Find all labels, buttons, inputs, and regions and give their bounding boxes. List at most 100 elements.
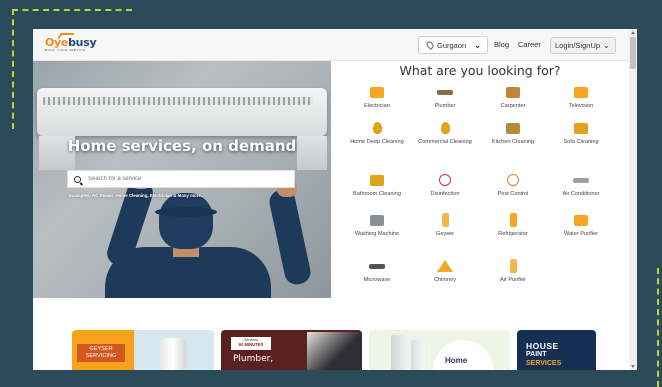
home-text: Home <box>445 356 468 365</box>
scroll-down-icon[interactable] <box>631 365 635 368</box>
search-examples: Examples: AC Repair, Home Cleaning, Elec… <box>69 193 205 198</box>
service-label: Air Conditioner <box>562 191 600 197</box>
refrigerator-icon <box>504 213 522 227</box>
service-sofa-cleaning[interactable]: Sofa Cleaning <box>544 121 618 146</box>
plumber-image <box>307 332 362 370</box>
promo-banner-plumber[interactable]: Services 60 MINUTES Plumber, <box>221 330 362 370</box>
service-label: Plumber <box>434 103 456 109</box>
scroll-thumb[interactable] <box>630 37 636 69</box>
bathroom-icon <box>368 173 386 187</box>
pest-control-icon <box>504 173 522 187</box>
paint-line3: SERVICES <box>526 360 562 367</box>
service-disinfection[interactable]: Disinfection <box>408 173 482 198</box>
service-washing-machine[interactable]: Washing Machine <box>340 213 414 238</box>
appliance-image-2 <box>411 340 425 370</box>
chevron-down-icon: ⌄ <box>603 41 610 50</box>
service-electrician[interactable]: Electrician <box>340 85 414 110</box>
nav-link-career[interactable]: Career <box>518 40 541 49</box>
geyser-tag: GEYSER SERVICING <box>77 344 125 362</box>
search-icon <box>74 175 81 183</box>
service-refrigerator[interactable]: Refrigerator <box>476 213 550 238</box>
service-commercial-cleaning[interactable]: Commercial Cleaning <box>408 121 482 146</box>
service-chimney[interactable]: Chimney <box>408 259 482 284</box>
search-input[interactable] <box>88 176 278 182</box>
promo-strip: GEYSER SERVICING Services 60 MINUTES Plumb… <box>33 298 629 370</box>
carpenter-tools-icon <box>504 85 522 99</box>
air-conditioner-icon <box>572 173 590 187</box>
service-geyser[interactable]: Geyser <box>408 213 482 238</box>
service-pest-control[interactable]: Pest Control <box>476 173 550 198</box>
television-icon <box>572 85 590 99</box>
service-label: Water Purifier <box>564 231 598 237</box>
nav-link-blog[interactable]: Blog <box>494 40 509 49</box>
chevron-down-icon: ⌄ <box>474 40 481 50</box>
service-label: Bathroom Cleaning <box>353 191 401 197</box>
service-bathroom-cleaning[interactable]: Bathroom Cleaning <box>340 173 414 198</box>
decorative-dash-top <box>12 9 132 11</box>
banner-shape <box>433 340 493 370</box>
login-signup-button[interactable]: Login/SignUp ⌄ <box>550 37 616 54</box>
scroll-up-icon[interactable] <box>631 31 635 34</box>
technician-cap <box>155 207 217 217</box>
paint-line1: HOUSE <box>526 341 559 351</box>
service-label: Carpenter <box>500 103 526 109</box>
plumber-wrench-icon <box>436 85 454 99</box>
sofa-icon <box>572 121 590 135</box>
service-label: Geyser <box>435 231 455 237</box>
decorative-dash-right <box>657 268 659 387</box>
location-select[interactable]: Gurgaon ⌄ <box>418 36 488 54</box>
decorative-dash-left <box>12 9 14 129</box>
electrician-drill-icon <box>368 85 386 99</box>
geyser-icon <box>436 213 454 227</box>
service-microwave[interactable]: Microwave <box>340 259 414 284</box>
service-carpenter[interactable]: Carpenter <box>476 85 550 110</box>
page-scrollbar[interactable] <box>629 29 637 370</box>
service-television[interactable]: Television <box>544 85 618 110</box>
browser-window: Oyebusy BOOK YOUR SERVICE Gurgaon ⌄ Blog… <box>33 29 637 370</box>
service-label: Disinfection <box>430 191 460 197</box>
service-search[interactable] <box>67 170 295 188</box>
air-conditioner-image <box>37 88 327 136</box>
disinfection-icon <box>436 173 454 187</box>
logo[interactable]: Oyebusy BOOK YOUR SERVICE <box>45 33 97 56</box>
plumber-chip: Services 60 MINUTES <box>231 337 271 350</box>
air-purifier-icon <box>504 259 522 273</box>
service-plumber[interactable]: Plumber <box>408 85 482 110</box>
login-label: Login/SignUp <box>555 41 601 50</box>
kitchen-icon <box>504 121 522 135</box>
hero-banner: Home services, on demand Examples: AC Re… <box>33 61 331 298</box>
services-title: What are you looking for? <box>399 63 561 78</box>
service-label: Pest Control <box>497 191 529 197</box>
service-air-purifier[interactable]: Air Purifier <box>476 259 550 284</box>
location-pin-icon <box>425 40 435 50</box>
location-label: Gurgaon <box>437 40 467 50</box>
service-label: Chimney <box>433 277 457 283</box>
service-label: Commercial Cleaning <box>418 139 472 145</box>
service-home-deep-cleaning[interactable]: Home Deep Cleaning <box>340 121 414 146</box>
service-label: Kitchen Cleaning <box>491 139 535 145</box>
service-label: Air Purifier <box>499 277 527 283</box>
service-label: Refrigerator <box>498 231 528 237</box>
service-kitchen-cleaning[interactable]: Kitchen Cleaning <box>476 121 550 146</box>
navbar: Oyebusy BOOK YOUR SERVICE Gurgaon ⌄ Blog… <box>33 29 629 61</box>
water-purifier-icon <box>572 213 590 227</box>
vacuum-icon <box>368 121 386 135</box>
chimney-icon <box>436 259 454 273</box>
paint-line2: PAINT <box>526 351 547 358</box>
service-label: Sofa Cleaning <box>563 139 599 145</box>
commercial-vacuum-icon <box>436 121 454 135</box>
promo-banner-home[interactable]: Home <box>369 330 510 370</box>
service-label: Microwave <box>363 277 391 283</box>
hero-title: Home services, on demand <box>67 137 297 155</box>
service-label: Washing Machine <box>354 231 400 237</box>
service-label: Home Deep Cleaning <box>350 139 404 145</box>
service-water-purifier[interactable]: Water Purifier <box>544 213 618 238</box>
service-air-conditioner[interactable]: Air Conditioner <box>544 173 618 198</box>
services-panel: What are you looking for? Electrician Plu… <box>331 61 629 298</box>
appliance-image <box>391 335 409 370</box>
washing-machine-icon <box>368 213 386 227</box>
plumber-text: Plumber, <box>233 354 274 364</box>
promo-banner-geyser[interactable]: GEYSER SERVICING <box>72 330 214 370</box>
technician-head <box>159 193 213 249</box>
promo-banner-paint[interactable]: HOUSE PAINT SERVICES <box>517 330 596 370</box>
